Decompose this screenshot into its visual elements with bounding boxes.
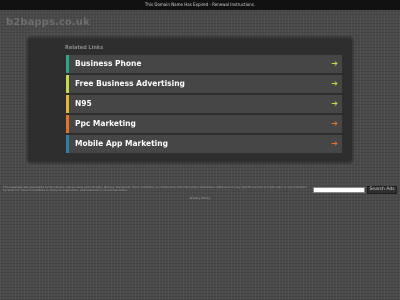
parking-disclaimer: This webpage was generated by the domain… [3, 185, 307, 193]
related-link-label: N95 [75, 99, 92, 108]
related-link-free-business-advertising[interactable]: Free Business Advertising ➔ [66, 75, 342, 93]
arrow-right-icon: ➔ [331, 119, 338, 128]
arrow-right-icon: ➔ [331, 59, 338, 68]
related-link-business-phone[interactable]: Business Phone ➔ [66, 55, 342, 73]
arrow-right-icon: ➔ [331, 79, 338, 88]
privacy-policy-link[interactable]: Privacy Policy [0, 196, 400, 200]
arrow-right-icon: ➔ [331, 139, 338, 148]
related-link-mobile-app-marketing[interactable]: Mobile App Marketing ➔ [66, 135, 342, 153]
expired-notice-link[interactable]: This Domain Name Has Expired - Renewal I… [145, 2, 255, 7]
site-domain-title: b2bapps.co.uk [6, 17, 90, 28]
search-ads-button[interactable]: Search Ads [367, 186, 397, 194]
related-link-label: Mobile App Marketing [75, 139, 168, 148]
related-link-n95[interactable]: N95 ➔ [66, 95, 342, 113]
related-links-list: Business Phone ➔ Free Business Advertisi… [66, 55, 342, 155]
related-link-ppc-marketing[interactable]: Ppc Marketing ➔ [66, 115, 342, 133]
search-ads-input[interactable] [313, 187, 365, 193]
expired-domain-notice-bar: This Domain Name Has Expired - Renewal I… [0, 0, 400, 10]
related-links-panel: Related Links Business Phone ➔ Free Busi… [27, 37, 353, 163]
related-link-label: Ppc Marketing [75, 119, 136, 128]
arrow-right-icon: ➔ [331, 99, 338, 108]
related-link-label: Business Phone [75, 59, 142, 68]
related-links-heading: Related Links [65, 45, 104, 51]
related-link-label: Free Business Advertising [75, 79, 185, 88]
